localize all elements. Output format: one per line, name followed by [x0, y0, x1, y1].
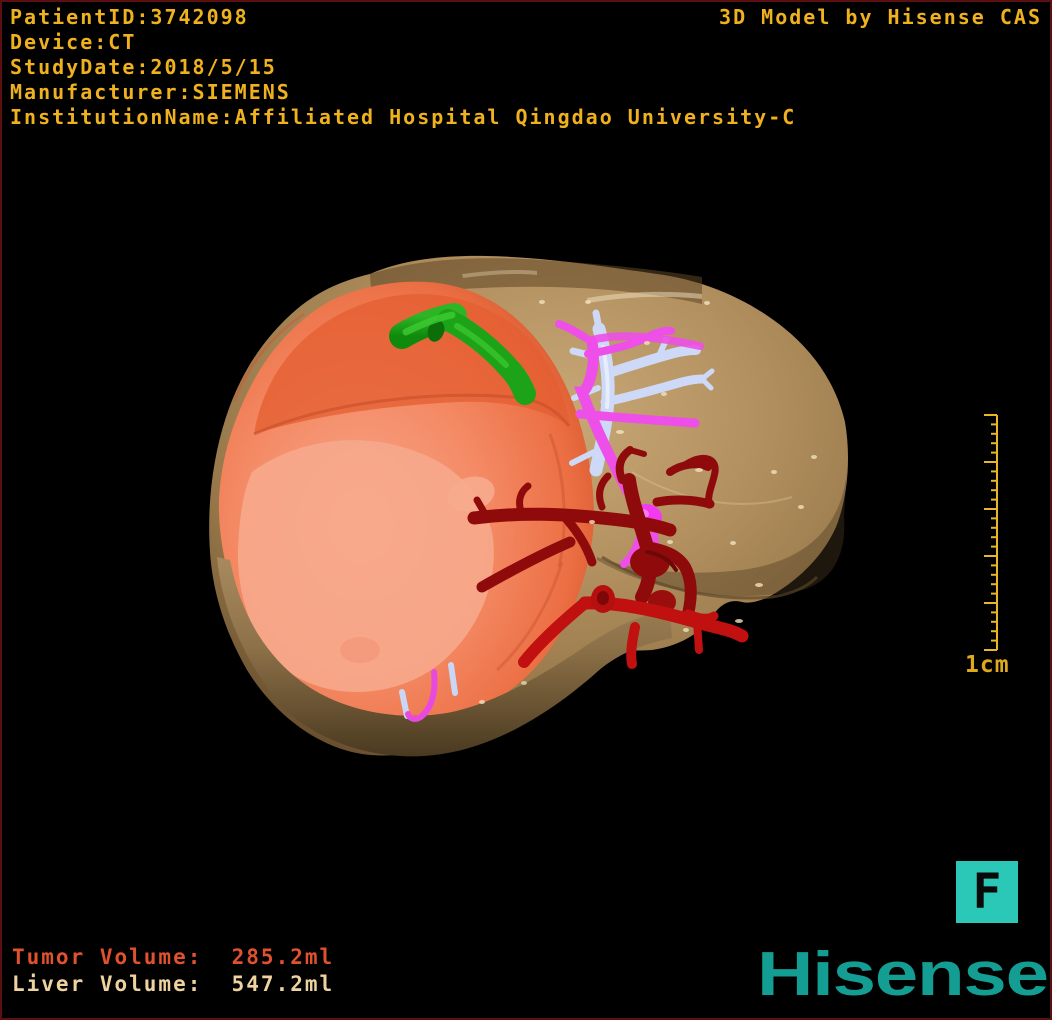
liver-volume-row: Liver Volume: 547.2ml — [12, 971, 334, 998]
scale-label: 1cm — [965, 652, 1010, 678]
hisense-logo: Hisense — [757, 940, 1049, 1009]
metadata-manufacturer: Manufacturer:SIEMENS — [10, 80, 291, 104]
liver-volume-label: Liver Volume: — [12, 972, 218, 996]
tumor-volume-label: Tumor Volume: — [12, 945, 218, 969]
metadata-patient-id: PatientID:3742098 — [10, 5, 249, 29]
tumor-volume-row: Tumor Volume: 285.2ml — [12, 944, 334, 971]
3d-viewer-viewport: PatientID:3742098 Device:CT StudyDate:20… — [0, 0, 1052, 1020]
liver-volume-value: 547.2ml — [217, 972, 335, 996]
scale-ruler — [984, 414, 998, 651]
volume-measurements: Tumor Volume: 285.2ml Liver Volume: 547.… — [12, 944, 334, 998]
tumor-volume-value: 285.2ml — [217, 945, 335, 969]
metadata-device: Device:CT — [10, 30, 137, 54]
orientation-marker-f: F — [956, 861, 1018, 923]
liver-3d-model[interactable] — [2, 2, 1050, 1018]
patient-metadata: PatientID:3742098 Device:CT StudyDate:20… — [10, 5, 796, 130]
watermark-label: 3D Model by Hisense CAS — [719, 5, 1042, 29]
metadata-institution: InstitutionName:Affiliated Hospital Qing… — [10, 105, 797, 129]
metadata-study-date: StudyDate:2018/5/15 — [10, 55, 277, 79]
